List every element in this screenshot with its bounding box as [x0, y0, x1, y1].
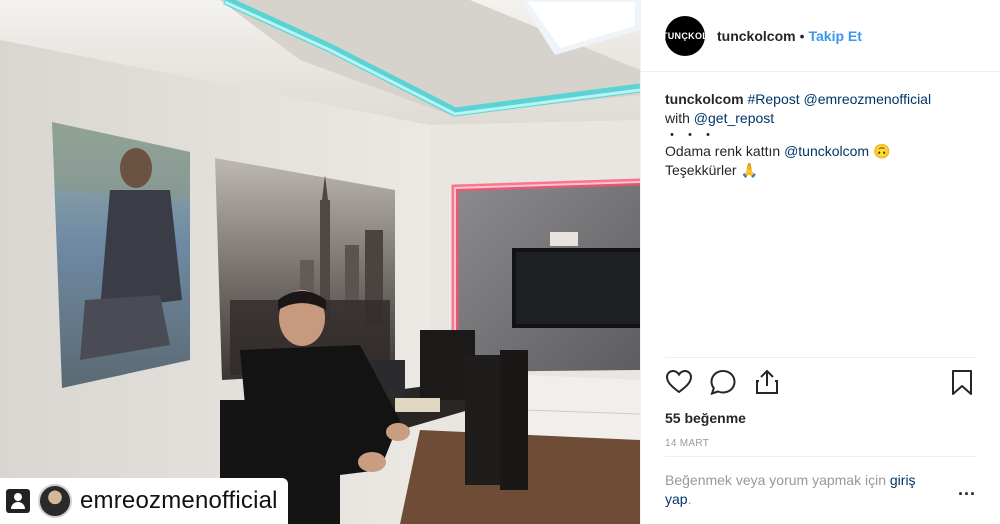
caption-line-4: Teşekkürler 🙏: [665, 161, 976, 180]
caption-mention-tunckolcom[interactable]: @tunckolcom: [784, 143, 869, 159]
repost-attribution: emreozmenofficial: [0, 478, 288, 524]
follow-button[interactable]: Takip Et: [808, 28, 861, 44]
bookmark-icon[interactable]: [948, 368, 976, 396]
caption-thanks: Teşekkürler: [665, 162, 737, 178]
login-suffix: .: [687, 491, 692, 507]
upside-down-face-emoji-icon: 🙃: [872, 143, 891, 159]
post-sidebar: TUNÇKOL tunckolcom • Takip Et tunckolcom…: [640, 0, 1000, 524]
header-separator: •: [799, 27, 805, 44]
caption-hashtag[interactable]: #Repost: [747, 91, 799, 107]
heart-icon[interactable]: [665, 368, 693, 396]
repost-username: emreozmenofficial: [80, 487, 278, 514]
more-options-icon[interactable]: ...: [958, 471, 976, 509]
header-username[interactable]: tunckolcom: [717, 28, 796, 44]
caption-username[interactable]: tunckolcom: [665, 91, 744, 107]
folded-hands-emoji-icon: 🙏: [740, 162, 758, 178]
login-prompt: Beğenmek veya yorum yapmak için giriş ya…: [665, 456, 976, 509]
user-icon: [6, 489, 30, 513]
caption-with: with: [665, 110, 690, 126]
share-icon[interactable]: [753, 368, 781, 396]
action-icons: [665, 368, 976, 396]
comment-icon[interactable]: [709, 368, 737, 396]
post-actions: 55 beğenme 14 MART: [665, 357, 976, 449]
likes-count[interactable]: 55 beğenme: [665, 410, 976, 426]
caption-text: Odama renk kattın: [665, 143, 781, 159]
profile-avatar[interactable]: TUNÇKOL: [662, 15, 708, 56]
caption-mention-emreozmen[interactable]: @emreozmenofficial: [804, 91, 932, 107]
instagram-post-modal: emreozmenofficial TUNÇKOL tunckolcom • T…: [0, 0, 1000, 524]
caption-line-3: Odama renk kattın @tunckolcom 🙃: [665, 142, 976, 161]
post-date[interactable]: 14 MART: [665, 438, 976, 449]
room-photo-illustration: [0, 0, 640, 524]
login-prefix: Beğenmek veya yorum yapmak için: [665, 472, 886, 488]
caption-line-2: with @get_repost: [665, 109, 976, 128]
post-photo[interactable]: emreozmenofficial: [0, 0, 640, 524]
caption-dots: ・・・: [665, 127, 719, 143]
repost-avatar: [38, 484, 72, 518]
caption-line-1: tunckolcom #Repost @emreozmenofficial: [665, 90, 976, 109]
post-caption: tunckolcom #Repost @emreozmenofficial wi…: [641, 72, 1000, 180]
post-header: TUNÇKOL tunckolcom • Takip Et: [641, 0, 1000, 72]
caption-mention-get-repost[interactable]: @get_repost: [694, 110, 774, 126]
login-text: Beğenmek veya yorum yapmak için giriş ya…: [665, 471, 945, 509]
